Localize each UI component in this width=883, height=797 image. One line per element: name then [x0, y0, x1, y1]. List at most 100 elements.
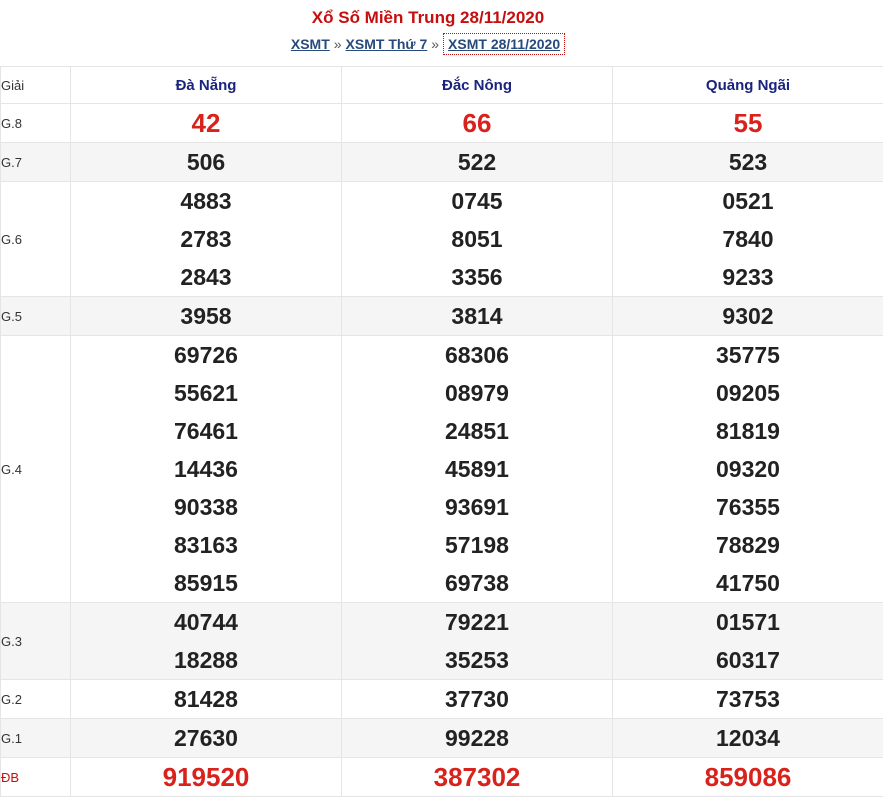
- prize-number: 76355: [716, 494, 780, 520]
- prize-number: 93691: [445, 494, 509, 520]
- prize-row: ĐB 919520 387302 859086: [0, 757, 883, 797]
- prize-number: 42: [191, 108, 221, 138]
- prize-number: 09205: [716, 380, 780, 406]
- prize-label: G.8: [0, 103, 71, 143]
- prize-number: 69738: [445, 570, 509, 596]
- prize-cell: 9302: [612, 296, 883, 336]
- prize-number: 78829: [716, 532, 780, 558]
- prize-cell: 55: [612, 103, 883, 143]
- prize-number: 01571: [716, 609, 780, 635]
- page-header: Xổ Số Miền Trung 28/11/2020 XSMT » XSMT Th…: [0, 0, 883, 66]
- prize-number: 7840: [722, 226, 774, 252]
- province-header-quang-ngai: Quảng Ngãi: [612, 66, 883, 104]
- prize-cell: 859086: [612, 757, 883, 797]
- prize-number: 37730: [445, 686, 509, 712]
- prize-number: 45891: [445, 456, 509, 482]
- prize-row: G.5 3958 3814 9302: [0, 296, 883, 336]
- results-body: G.8 42 66 55 G.7 506 522 523 G.6 4883 2783 2843 0745…: [0, 103, 883, 797]
- prize-label: G.2: [0, 679, 71, 719]
- prize-cell: 99228: [341, 718, 613, 758]
- page-title: Xổ Số Miền Trung 28/11/2020: [311, 8, 545, 27]
- prize-number: 9302: [722, 303, 774, 329]
- prize-cell: 12034: [612, 718, 883, 758]
- prize-label: G.1: [0, 718, 71, 758]
- prize-number: 9233: [722, 264, 774, 290]
- prize-label: G.3: [0, 602, 71, 680]
- prize-number: 69726: [174, 342, 238, 368]
- prize-number: 40744: [174, 609, 238, 635]
- prize-cell: 4883 2783 2843: [70, 181, 342, 297]
- prize-cell: 523: [612, 142, 883, 182]
- prize-cell: 01571 60317: [612, 602, 883, 680]
- prize-number: 27630: [174, 725, 238, 751]
- prize-number: 8051: [451, 226, 503, 252]
- prize-column-header: Giải: [0, 66, 71, 104]
- province-header-da-nang: Đà Nẵng: [70, 66, 342, 104]
- prize-number: 66: [462, 108, 492, 138]
- prize-number: 523: [728, 149, 768, 175]
- prize-number: 919520: [162, 762, 250, 792]
- prize-cell: 3814: [341, 296, 613, 336]
- prize-row: G.3 40744 18288 79221 35253 01571 60317: [0, 602, 883, 680]
- prize-number: 85915: [174, 570, 238, 596]
- prize-number: 3958: [180, 303, 232, 329]
- table-header-row: Giải Đà Nẵng Đắc Nông Quảng Ngãi: [0, 66, 883, 104]
- prize-number: 57198: [445, 532, 509, 558]
- prize-cell: 387302: [341, 757, 613, 797]
- prize-number: 81819: [716, 418, 780, 444]
- prize-number: 14436: [174, 456, 238, 482]
- prize-number: 41750: [716, 570, 780, 596]
- prize-label: ĐB: [0, 757, 71, 797]
- prize-number: 55621: [174, 380, 238, 406]
- prize-label: G.4: [0, 335, 71, 603]
- prize-row: G.1 27630 99228 12034: [0, 718, 883, 758]
- prize-label: G.5: [0, 296, 71, 336]
- prize-number: 387302: [433, 762, 521, 792]
- prize-cell: 79221 35253: [341, 602, 613, 680]
- prize-cell: 69726 55621 76461 14436 90338 83163 85915: [70, 335, 342, 603]
- prize-cell: 27630: [70, 718, 342, 758]
- prize-number: 24851: [445, 418, 509, 444]
- prize-number: 3814: [451, 303, 503, 329]
- prize-number: 18288: [174, 647, 238, 673]
- prize-cell: 522: [341, 142, 613, 182]
- prize-label: G.6: [0, 181, 71, 297]
- prize-cell: 66: [341, 103, 613, 143]
- prize-row: G.7 506 522 523: [0, 142, 883, 182]
- prize-number: 99228: [445, 725, 509, 751]
- prize-number: 506: [186, 149, 226, 175]
- prize-cell: 73753: [612, 679, 883, 719]
- prize-number: 81428: [174, 686, 238, 712]
- prize-cell: 3958: [70, 296, 342, 336]
- prize-number: 35253: [445, 647, 509, 673]
- prize-number: 83163: [174, 532, 238, 558]
- prize-cell: 919520: [70, 757, 342, 797]
- prize-number: 2783: [180, 226, 232, 252]
- prize-number: 08979: [445, 380, 509, 406]
- prize-row: G.8 42 66 55: [0, 103, 883, 143]
- province-header-dac-nong: Đắc Nông: [341, 66, 613, 104]
- prize-number: 68306: [445, 342, 509, 368]
- prize-cell: 0745 8051 3356: [341, 181, 613, 297]
- prize-row: G.4 69726 55621 76461 14436 90338 83163 85915 68…: [0, 335, 883, 603]
- prize-label: G.7: [0, 142, 71, 182]
- prize-number: 76461: [174, 418, 238, 444]
- prize-number: 3356: [451, 264, 503, 290]
- breadcrumb-separator: »: [431, 36, 440, 52]
- prize-cell: 81428: [70, 679, 342, 719]
- breadcrumb-xsmt-thu7-link[interactable]: XSMT Thứ 7: [346, 36, 428, 52]
- prize-number: 73753: [716, 686, 780, 712]
- prize-number: 2843: [180, 264, 232, 290]
- prize-cell: 35775 09205 81819 09320 76355 78829 41750: [612, 335, 883, 603]
- prize-number: 09320: [716, 456, 780, 482]
- prize-number: 859086: [704, 762, 792, 792]
- prize-number: 35775: [716, 342, 780, 368]
- prize-number: 4883: [180, 188, 232, 214]
- prize-cell: 0521 7840 9233: [612, 181, 883, 297]
- prize-number: 60317: [716, 647, 780, 673]
- breadcrumb-current-link[interactable]: XSMT 28/11/2020: [443, 33, 566, 55]
- results-table: Giải Đà Nẵng Đắc Nông Quảng Ngãi G.8 42 66…: [0, 66, 883, 797]
- breadcrumb-xsmt-link[interactable]: XSMT: [291, 36, 330, 52]
- prize-cell: 68306 08979 24851 45891 93691 57198 69738: [341, 335, 613, 603]
- prize-number: 55: [733, 108, 763, 138]
